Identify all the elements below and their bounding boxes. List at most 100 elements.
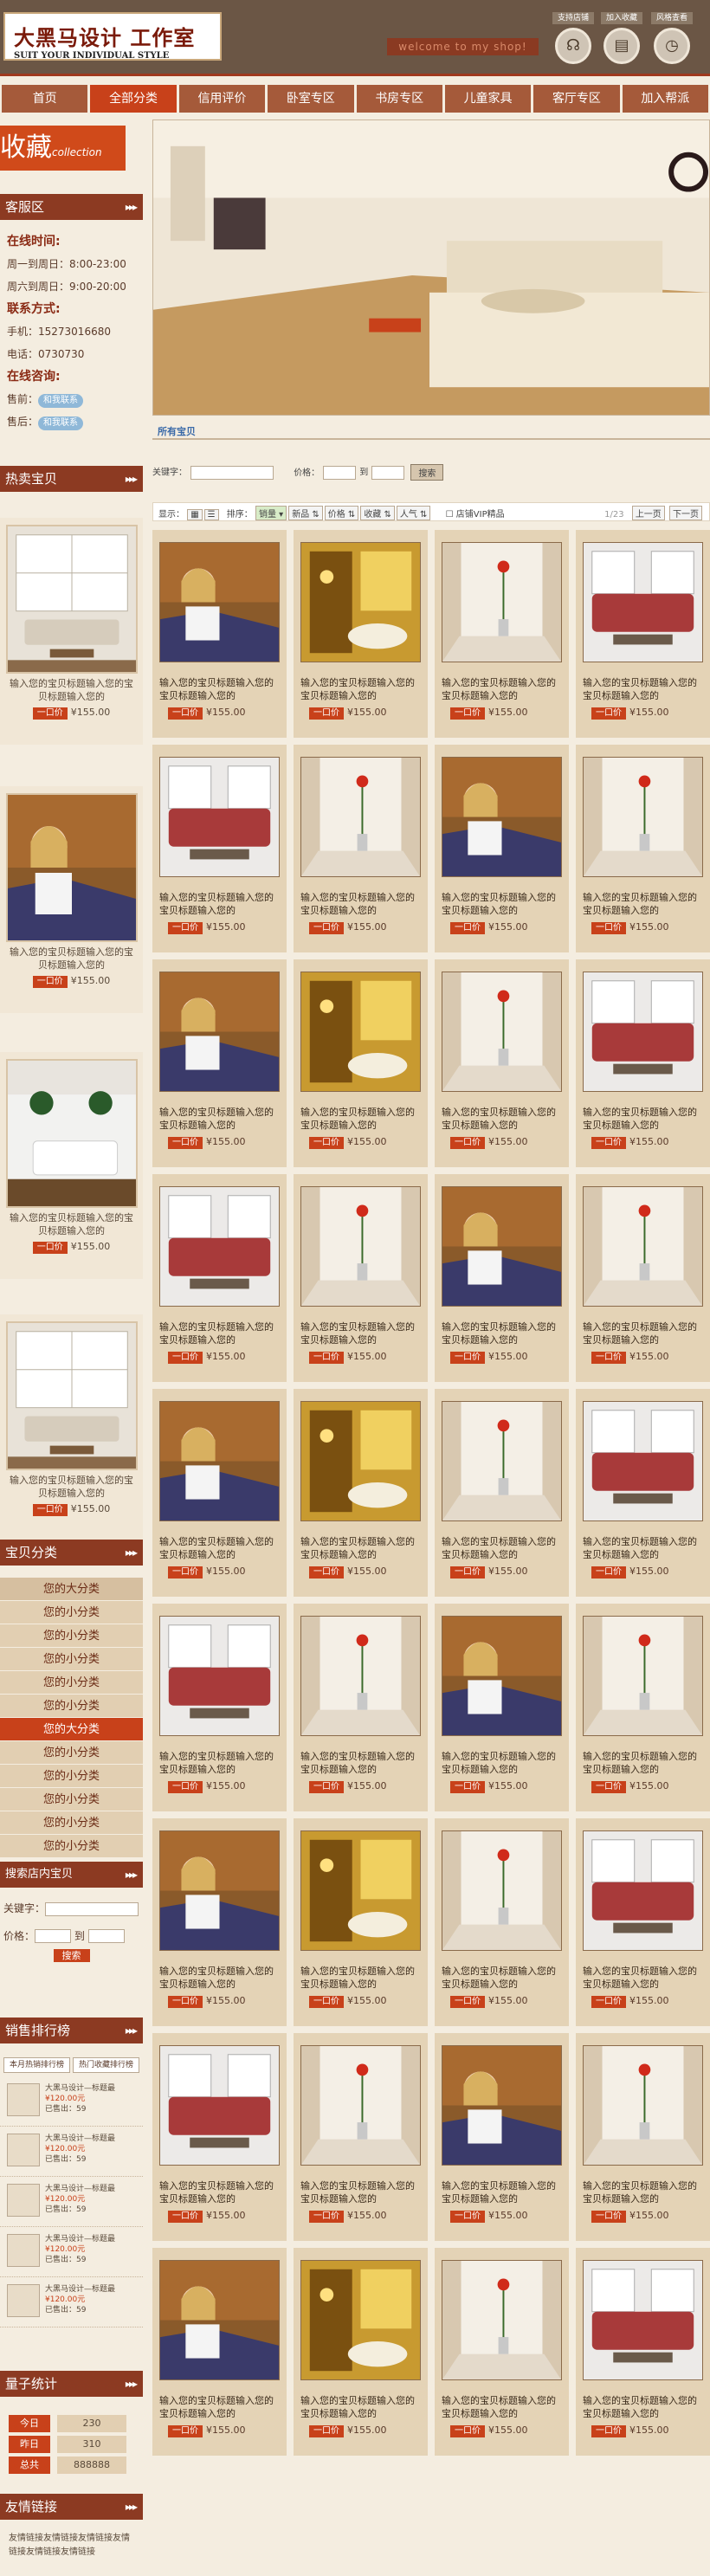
product-card[interactable]: 输入您的宝贝标题输入您的宝贝标题输入您的 一口价 ¥155.00: [152, 959, 287, 1167]
hot-product-title[interactable]: 输入您的宝贝标题输入您的宝贝标题输入您的: [0, 677, 143, 703]
hot-product-card[interactable]: 输入您的宝贝标题输入您的宝贝标题输入您的 一口价 ¥155.00: [0, 1052, 143, 1279]
ranking-item[interactable]: 大黑马设计—标题最 ¥120.00元 已售出：59: [0, 2127, 143, 2177]
ranking-thumbnail[interactable]: [7, 2234, 40, 2267]
product-title[interactable]: 输入您的宝贝标题输入您的宝贝标题输入您的: [300, 676, 421, 702]
category-item[interactable]: 您的小分类: [0, 1811, 143, 1835]
vip-checkbox[interactable]: ☐: [446, 510, 454, 520]
product-card[interactable]: 输入您的宝贝标题输入您的宝贝标题输入您的 一口价 ¥155.00: [152, 2033, 287, 2241]
product-image[interactable]: [300, 1616, 421, 1736]
list-view-icon[interactable]: ☰: [203, 509, 219, 520]
product-card[interactable]: 输入您的宝贝标题输入您的宝贝标题输入您的 一口价 ¥155.00: [294, 2033, 428, 2241]
category-item[interactable]: 您的小分类: [0, 1624, 143, 1648]
support-shop-button[interactable]: 支持店铺 ☊: [552, 12, 594, 64]
product-card[interactable]: 输入您的宝贝标题输入您的宝贝标题输入您的 一口价 ¥155.00: [152, 745, 287, 952]
keyword-input[interactable]: [45, 1901, 139, 1916]
category-item[interactable]: 您的小分类: [0, 1671, 143, 1695]
product-card[interactable]: 输入您的宝贝标题输入您的宝贝标题输入您的 一口价 ¥155.00: [152, 1174, 287, 1382]
product-title[interactable]: 输入您的宝贝标题输入您的宝贝标题输入您的: [159, 1106, 280, 1132]
product-image[interactable]: [583, 1830, 703, 1951]
product-image[interactable]: [300, 757, 421, 877]
category-item[interactable]: 您的小分类: [0, 1601, 143, 1624]
product-title[interactable]: 输入您的宝贝标题输入您的宝贝标题输入您的: [300, 1320, 421, 1346]
category-item[interactable]: 您的小分类: [0, 1765, 143, 1788]
product-card[interactable]: 输入您的宝贝标题输入您的宝贝标题输入您的 一口价 ¥155.00: [435, 1604, 569, 1811]
collection-banner[interactable]: 收藏collection: [0, 126, 126, 171]
product-image[interactable]: [442, 972, 562, 1092]
product-image[interactable]: [442, 1830, 562, 1951]
product-title[interactable]: 输入您的宝贝标题输入您的宝贝标题输入您的: [159, 2394, 280, 2420]
search-button[interactable]: 搜索: [53, 1949, 90, 1962]
nav-item[interactable]: 儿童家具: [444, 85, 532, 113]
product-image[interactable]: [159, 2260, 280, 2380]
hot-product-title[interactable]: 输入您的宝贝标题输入您的宝贝标题输入您的: [0, 1211, 143, 1237]
product-title[interactable]: 输入您的宝贝标题输入您的宝贝标题输入您的: [442, 2394, 562, 2420]
product-card[interactable]: 输入您的宝贝标题输入您的宝贝标题输入您的 一口价 ¥155.00: [152, 1818, 287, 2026]
product-image[interactable]: [442, 1616, 562, 1736]
ranking-name[interactable]: 大黑马设计—标题最: [45, 2134, 143, 2144]
sort-option[interactable]: 人气 ⇅: [396, 506, 431, 520]
next-page-button[interactable]: 下一页: [669, 506, 702, 520]
product-card[interactable]: 输入您的宝贝标题输入您的宝贝标题输入您的 一口价 ¥155.00: [576, 2033, 710, 2241]
product-card[interactable]: 输入您的宝贝标题输入您的宝贝标题输入您的 一口价 ¥155.00: [435, 2248, 569, 2456]
nav-item[interactable]: 首页: [2, 85, 88, 113]
category-item[interactable]: 您的小分类: [0, 1741, 143, 1765]
product-title[interactable]: 输入您的宝贝标题输入您的宝贝标题输入您的: [583, 1320, 703, 1346]
product-title[interactable]: 输入您的宝贝标题输入您的宝贝标题输入您的: [442, 676, 562, 702]
product-title[interactable]: 输入您的宝贝标题输入您的宝贝标题输入您的: [159, 1535, 280, 1561]
ranking-name[interactable]: 大黑马设计—标题最: [45, 2083, 143, 2094]
product-card[interactable]: 输入您的宝贝标题输入您的宝贝标题输入您的 一口价 ¥155.00: [576, 745, 710, 952]
product-image[interactable]: [159, 1616, 280, 1736]
product-card[interactable]: 输入您的宝贝标题输入您的宝贝标题输入您的 一口价 ¥155.00: [576, 2248, 710, 2456]
product-title[interactable]: 输入您的宝贝标题输入您的宝贝标题输入您的: [442, 1106, 562, 1132]
product-card[interactable]: 输入您的宝贝标题输入您的宝贝标题输入您的 一口价 ¥155.00: [435, 1389, 569, 1597]
product-card[interactable]: 输入您的宝贝标题输入您的宝贝标题输入您的 一口价 ¥155.00: [294, 745, 428, 952]
main-keyword-input[interactable]: [190, 465, 274, 480]
product-image[interactable]: [300, 1830, 421, 1951]
nav-item[interactable]: 客厅专区: [533, 85, 620, 113]
qq-contact-button[interactable]: 和我联系: [38, 394, 84, 408]
product-title[interactable]: 输入您的宝贝标题输入您的宝贝标题输入您的: [583, 2179, 703, 2205]
ranking-name[interactable]: 大黑马设计—标题最: [45, 2234, 143, 2244]
product-image[interactable]: [159, 1186, 280, 1307]
product-image[interactable]: [583, 1616, 703, 1736]
product-image[interactable]: [300, 972, 421, 1092]
tab-monthly-hot[interactable]: 本月热销排行榜: [3, 2057, 70, 2073]
nav-item[interactable]: 卧室专区: [268, 85, 354, 113]
product-card[interactable]: 输入您的宝贝标题输入您的宝贝标题输入您的 一口价 ¥155.00: [294, 2248, 428, 2456]
product-image[interactable]: [583, 2260, 703, 2380]
category-item[interactable]: 您的小分类: [0, 1648, 143, 1671]
category-item[interactable]: 您的大分类: [0, 1578, 143, 1601]
ranking-item[interactable]: 大黑马设计—标题最 ¥120.00元 已售出：59: [0, 2177, 143, 2227]
product-image[interactable]: [583, 1186, 703, 1307]
product-title[interactable]: 输入您的宝贝标题输入您的宝贝标题输入您的: [159, 676, 280, 702]
main-search-button[interactable]: 搜索: [410, 464, 444, 481]
product-title[interactable]: 输入您的宝贝标题输入您的宝贝标题输入您的: [300, 2179, 421, 2205]
product-card[interactable]: 输入您的宝贝标题输入您的宝贝标题输入您的 一口价 ¥155.00: [294, 530, 428, 738]
price-min-input[interactable]: [35, 1929, 72, 1943]
product-title[interactable]: 输入您的宝贝标题输入您的宝贝标题输入您的: [583, 2394, 703, 2420]
category-item[interactable]: 您的小分类: [0, 1788, 143, 1811]
product-title[interactable]: 输入您的宝贝标题输入您的宝贝标题输入您的: [159, 1320, 280, 1346]
product-card[interactable]: 输入您的宝贝标题输入您的宝贝标题输入您的 一口价 ¥155.00: [435, 530, 569, 738]
hot-product-card[interactable]: 输入您的宝贝标题输入您的宝贝标题输入您的 一口价 ¥155.00: [0, 518, 143, 745]
product-card[interactable]: 输入您的宝贝标题输入您的宝贝标题输入您的 一口价 ¥155.00: [576, 1174, 710, 1382]
sort-option[interactable]: 新品 ⇅: [288, 506, 323, 520]
product-card[interactable]: 输入您的宝贝标题输入您的宝贝标题输入您的 一口价 ¥155.00: [576, 530, 710, 738]
ranking-item[interactable]: 大黑马设计—标题最 ¥120.00元 已售出：59: [0, 2277, 143, 2327]
hot-product-title[interactable]: 输入您的宝贝标题输入您的宝贝标题输入您的: [0, 1474, 143, 1500]
nav-item[interactable]: 全部分类: [90, 85, 177, 113]
product-title[interactable]: 输入您的宝贝标题输入您的宝贝标题输入您的: [300, 891, 421, 917]
product-card[interactable]: 输入您的宝贝标题输入您的宝贝标题输入您的 一口价 ¥155.00: [435, 1174, 569, 1382]
product-title[interactable]: 输入您的宝贝标题输入您的宝贝标题输入您的: [583, 891, 703, 917]
product-card[interactable]: 输入您的宝贝标题输入您的宝贝标题输入您的 一口价 ¥155.00: [576, 959, 710, 1167]
product-image[interactable]: [159, 972, 280, 1092]
product-image[interactable]: [583, 2045, 703, 2166]
main-price-min-input[interactable]: [323, 465, 357, 480]
product-card[interactable]: 输入您的宝贝标题输入您的宝贝标题输入您的 一口价 ¥155.00: [576, 1818, 710, 2026]
product-card[interactable]: 输入您的宝贝标题输入您的宝贝标题输入您的 一口价 ¥155.00: [576, 1604, 710, 1811]
product-card[interactable]: 输入您的宝贝标题输入您的宝贝标题输入您的 一口价 ¥155.00: [435, 959, 569, 1167]
product-image[interactable]: [442, 757, 562, 877]
sort-option[interactable]: 销量 ▾: [255, 506, 287, 520]
hot-product-card[interactable]: 输入您的宝贝标题输入您的宝贝标题输入您的 一口价 ¥155.00: [0, 786, 143, 1013]
product-image[interactable]: [442, 2260, 562, 2380]
